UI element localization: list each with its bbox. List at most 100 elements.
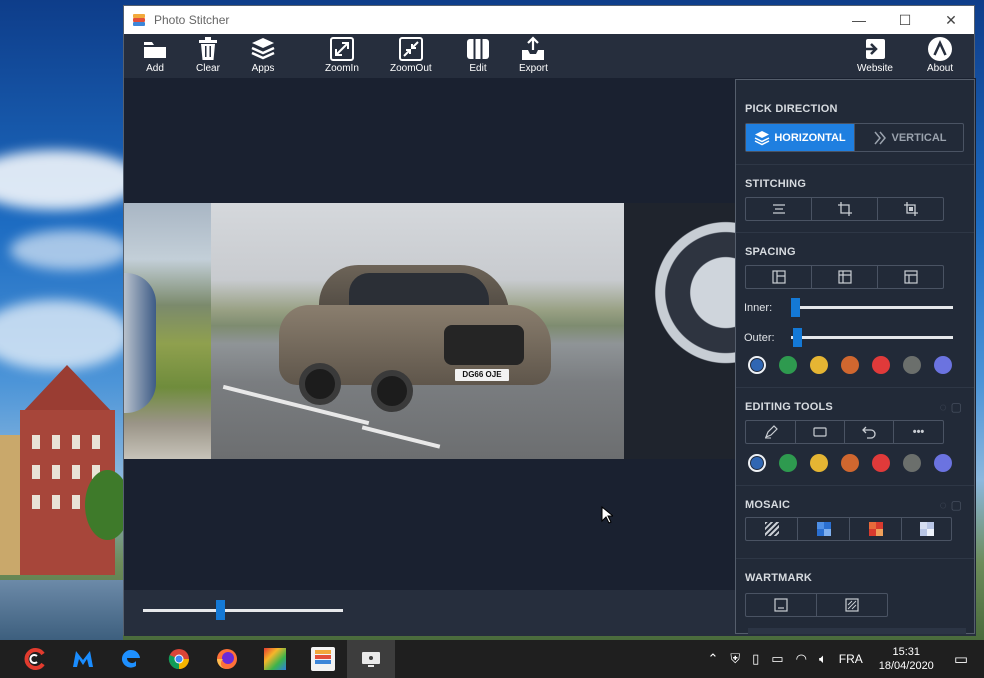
editing-color-swatch[interactable] [810, 454, 828, 472]
language-indicator[interactable]: FRA [839, 652, 863, 666]
windows-taskbar: ⌃ ⛨ ▯ ▭ ◠ 🔈︎ FRA 15:31 18/04/2020 ▭ [0, 640, 984, 678]
main-toolbar: Add Clear Apps ZoomIn ZoomOut Edit Expor… [124, 34, 974, 78]
notifications-icon[interactable]: ▭ [954, 650, 968, 668]
stitched-image-strip[interactable]: DG66 OJE [124, 203, 737, 459]
undo-button[interactable] [845, 421, 894, 443]
malwarebytes-taskbar-button[interactable] [59, 640, 107, 678]
outer-slider[interactable] [791, 328, 953, 347]
photo-stitcher-taskbar-button[interactable] [299, 640, 347, 678]
stitch-align-button[interactable] [746, 198, 812, 220]
spacing-layout-1-button[interactable] [746, 266, 812, 288]
about-label: About [927, 63, 954, 74]
stitch-crop-alt-button[interactable] [878, 198, 943, 220]
spacing-layout-options [745, 265, 944, 289]
light-mosaic-icon [919, 522, 934, 536]
security-icon[interactable]: ⛨ [730, 651, 740, 667]
maximize-button[interactable]: ☐ [882, 6, 928, 34]
watermark-text-button[interactable] [746, 594, 817, 616]
spacing-color-swatch[interactable] [872, 356, 890, 374]
mosaic-stripes-button[interactable] [746, 518, 798, 540]
close-button[interactable]: ✕ [928, 6, 974, 34]
mosaic-reset-icon[interactable]: ◌ [940, 498, 947, 512]
apps-button[interactable]: Apps [250, 36, 276, 74]
spacing-color-swatch[interactable] [841, 356, 859, 374]
layers-icon [251, 38, 275, 60]
delete-icon[interactable]: ▢ [951, 400, 962, 414]
stitched-photo-1[interactable] [124, 203, 211, 459]
draw-tool-button[interactable] [746, 421, 796, 443]
malwarebytes-icon [73, 651, 93, 667]
spacing-color-swatch[interactable] [810, 356, 828, 374]
screen-app-taskbar-button[interactable] [347, 640, 395, 678]
editing-color-swatch[interactable] [841, 454, 859, 472]
screen-app-icon [362, 652, 380, 667]
show-hidden-icons-icon[interactable]: ⌃ [707, 651, 718, 667]
stitch-crop-button[interactable] [812, 198, 878, 220]
rectangle-tool-button[interactable] [796, 421, 845, 443]
spacing-layout-3-button[interactable] [878, 266, 943, 288]
stitched-photo-2[interactable]: DG66 OJE [211, 203, 624, 459]
editing-color-swatch[interactable] [934, 454, 952, 472]
spacing-color-swatch[interactable] [934, 356, 952, 374]
zoomin-button[interactable]: ZoomIn [325, 36, 359, 74]
clock[interactable]: 15:31 18/04/2020 [879, 645, 934, 673]
spacing-layout-2-button[interactable] [812, 266, 878, 288]
editing-color-swatch[interactable] [872, 454, 890, 472]
firefox-taskbar-button[interactable] [203, 640, 251, 678]
spacing-color-swatch[interactable] [748, 356, 766, 374]
outer-slider-thumb[interactable] [793, 328, 802, 347]
stripes-pattern-icon [764, 522, 779, 536]
mosaic-red-button[interactable] [850, 518, 902, 540]
crop-icon [837, 202, 852, 216]
vertical-button[interactable]: VERTICAL [855, 124, 963, 151]
editing-tools-options: ••• [745, 420, 944, 444]
edit-button[interactable]: Edit [465, 36, 491, 74]
direction-toggle: HORIZONTAL VERTICAL [745, 123, 964, 152]
chrome-taskbar-button[interactable] [155, 640, 203, 678]
mosaic-blue-button[interactable] [798, 518, 850, 540]
firefox-icon [217, 649, 237, 669]
export-button[interactable]: Export [519, 36, 548, 74]
stitching-title: STITCHING [745, 178, 807, 190]
window-title: Photo Stitcher [154, 13, 230, 27]
editing-color-swatch[interactable] [779, 454, 797, 472]
system-tray: ⌃ ⛨ ▯ ▭ ◠ 🔈︎ FRA 15:31 18/04/2020 ▭ [701, 640, 984, 678]
volume-icon[interactable]: 🔈︎ [819, 651, 827, 667]
apps-label: Apps [251, 63, 275, 74]
edge-taskbar-button[interactable] [107, 640, 155, 678]
mosaic-title: MOSAIC [745, 499, 791, 511]
layout-top-icon [903, 270, 918, 284]
battery-icon[interactable]: ▭ [771, 651, 783, 667]
pick-direction-title: PICK DIRECTION [745, 103, 838, 115]
more-tools-button[interactable]: ••• [894, 421, 943, 443]
pen-icon [764, 425, 778, 439]
reset-icon[interactable]: ◌ [940, 400, 947, 414]
mosaic-light-button[interactable] [902, 518, 951, 540]
add-button[interactable]: Add [142, 36, 168, 74]
ccleaner-taskbar-button[interactable] [11, 640, 59, 678]
usb-icon[interactable]: ▯ [752, 651, 759, 667]
clear-button[interactable]: Clear [195, 36, 221, 74]
stitched-photo-3[interactable] [624, 203, 737, 459]
zoom-slider-thumb[interactable] [216, 600, 225, 620]
minimize-button[interactable]: — [836, 6, 882, 34]
website-button[interactable]: Website [857, 36, 893, 74]
clock-date: 18/04/2020 [878, 660, 934, 672]
zoomout-button[interactable]: ZoomOut [390, 36, 432, 74]
zoom-slider[interactable] [143, 600, 343, 620]
colorful-app-taskbar-button[interactable] [251, 640, 299, 678]
spacing-color-swatch[interactable] [779, 356, 797, 374]
horizontal-button[interactable]: HORIZONTAL [746, 124, 855, 151]
spacing-color-swatch[interactable] [903, 356, 921, 374]
photo-stitcher-app-icon [132, 13, 146, 27]
inner-slider-thumb[interactable] [791, 298, 800, 317]
about-button[interactable]: About [927, 36, 953, 74]
wifi-icon[interactable]: ◠ [796, 651, 807, 667]
watermark-image-button[interactable] [817, 594, 887, 616]
editing-color-swatch[interactable] [748, 454, 766, 472]
editing-color-swatch[interactable] [903, 454, 921, 472]
mosaic-delete-icon[interactable]: ▢ [951, 498, 962, 512]
minimize-icon: — [852, 12, 866, 28]
inner-slider[interactable] [791, 298, 953, 317]
columns-icon [467, 39, 489, 59]
